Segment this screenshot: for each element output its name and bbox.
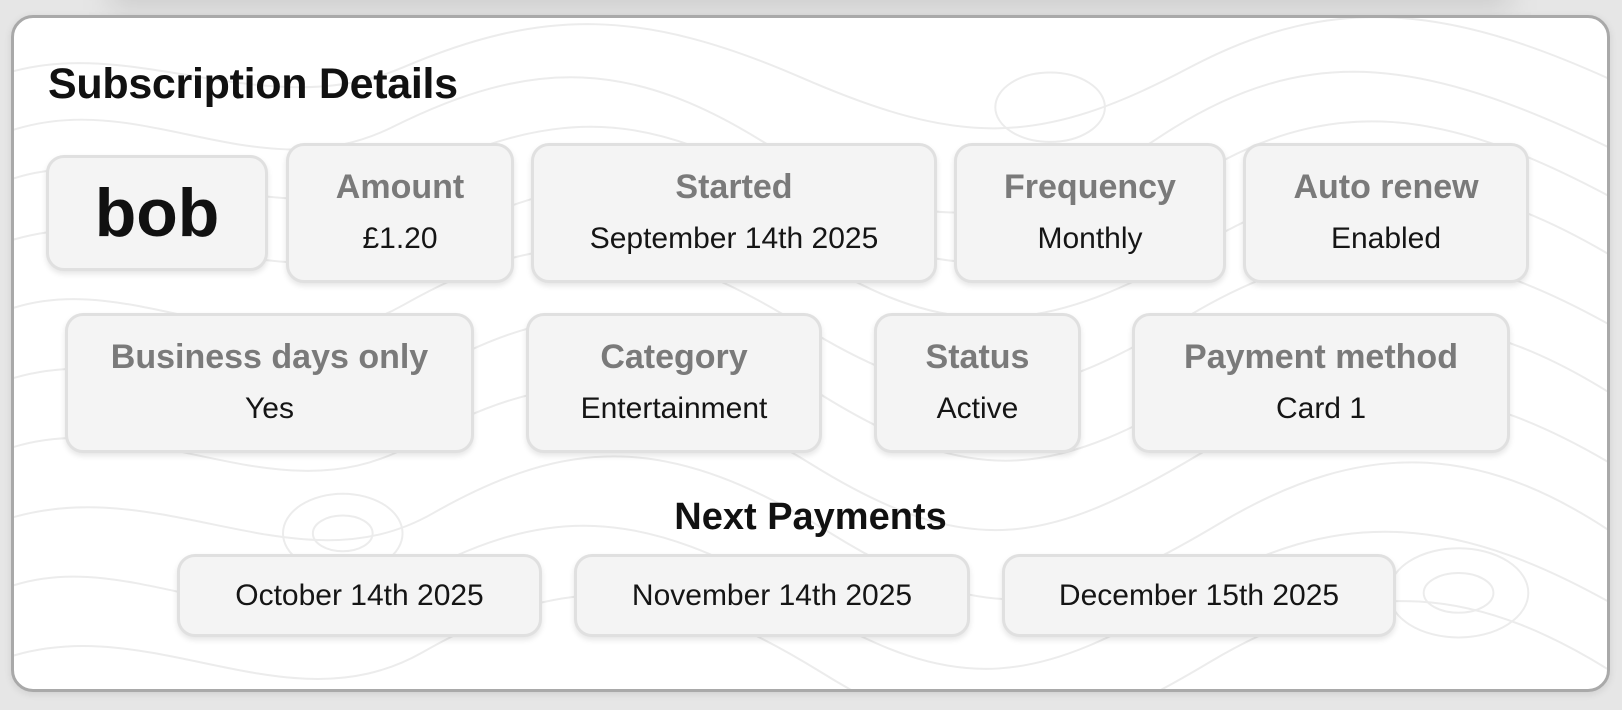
started-card: Started September 14th 2025 — [531, 143, 937, 283]
amount-value: £1.20 — [362, 222, 438, 255]
amount-label: Amount — [335, 168, 465, 206]
payment-method-label: Payment method — [1184, 338, 1458, 376]
next-payment-date: December 15th 2025 — [1002, 554, 1396, 637]
subscription-details-panel: Subscription Details bob Amount £1.20 St… — [11, 15, 1610, 692]
started-value: September 14th 2025 — [589, 222, 879, 255]
payment-method-value: Card 1 — [1275, 392, 1367, 425]
frequency-card: Frequency Monthly — [954, 143, 1226, 283]
page-title: Subscription Details — [48, 60, 458, 108]
category-value: Entertainment — [580, 392, 768, 425]
next-payment-date: October 14th 2025 — [177, 554, 542, 637]
payment-method-card: Payment method Card 1 — [1132, 313, 1510, 453]
next-payment-date: November 14th 2025 — [574, 554, 970, 637]
next-payment-date-text: November 14th 2025 — [631, 578, 913, 612]
auto-renew-label: Auto renew — [1293, 168, 1479, 206]
frequency-label: Frequency — [1004, 168, 1176, 206]
auto-renew-card: Auto renew Enabled — [1243, 143, 1529, 283]
category-card: Category Entertainment — [526, 313, 822, 453]
subscription-name: bob — [94, 175, 220, 251]
auto-renew-value: Enabled — [1330, 222, 1442, 255]
business-days-card: Business days only Yes — [65, 313, 474, 453]
next-payment-date-text: October 14th 2025 — [235, 578, 484, 612]
frequency-value: Monthly — [1037, 222, 1143, 255]
status-value: Active — [936, 392, 1019, 425]
next-payments-heading: Next Payments — [674, 496, 947, 538]
amount-card: Amount £1.20 — [286, 143, 514, 283]
started-label: Started — [675, 168, 793, 206]
next-payment-date-text: December 15th 2025 — [1058, 578, 1340, 612]
backdrop-shadow — [110, 0, 1510, 10]
status-label: Status — [925, 338, 1030, 376]
subscription-name-card: bob — [46, 155, 268, 271]
category-label: Category — [600, 338, 748, 376]
status-card: Status Active — [874, 313, 1081, 453]
business-days-label: Business days only — [110, 338, 429, 376]
business-days-value: Yes — [245, 392, 294, 425]
